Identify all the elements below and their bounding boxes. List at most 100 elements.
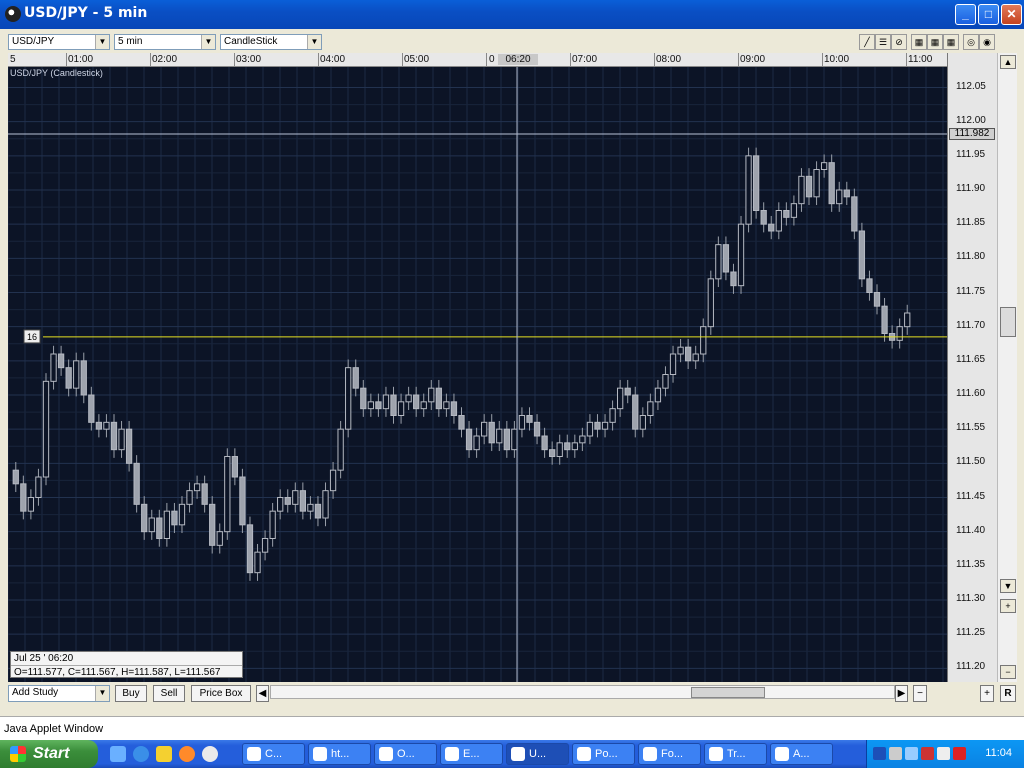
minimize-button[interactable]: _: [955, 4, 976, 25]
buy-button[interactable]: Buy: [115, 685, 147, 702]
applet-status-bar: Java Applet Window: [0, 716, 1024, 740]
sell-button[interactable]: Sell: [153, 685, 185, 702]
scroll-up-button[interactable]: ▲: [1000, 55, 1016, 69]
candle-body: [209, 503, 216, 546]
price-tick-label: 111.35: [956, 558, 986, 570]
task-button[interactable]: ht...: [308, 743, 371, 765]
candle-body: [110, 421, 118, 451]
task-button[interactable]: E...: [440, 743, 503, 765]
candle-body: [397, 401, 405, 417]
zoom-in-icon[interactable]: ◎: [963, 34, 979, 50]
desktop-icon[interactable]: [110, 746, 126, 762]
tray-app-icon[interactable]: [937, 747, 950, 760]
candle-body: [284, 497, 291, 505]
candle-body: [564, 442, 571, 451]
window-title: USD/JPY - 5 min: [24, 5, 148, 21]
task-label: A...: [793, 748, 810, 760]
candle-body: [896, 326, 903, 341]
volume-icon[interactable]: [905, 747, 918, 760]
task-button-active[interactable]: U...: [506, 743, 569, 765]
hline-label: 16: [27, 332, 37, 342]
candle-body: [843, 189, 850, 198]
candle-body: [556, 442, 563, 458]
tray-app-icon[interactable]: [921, 747, 934, 760]
draw-line-icon[interactable]: ╱: [859, 34, 875, 50]
media-player-icon[interactable]: [202, 746, 218, 762]
scroll-down-button[interactable]: ▼: [1000, 579, 1016, 593]
task-button[interactable]: Po...: [572, 743, 635, 765]
chevron-down-icon[interactable]: ▼: [95, 35, 109, 49]
zoom-plus-button[interactable]: +: [1000, 599, 1016, 613]
candle-body: [858, 230, 866, 280]
time-tick-label: 07:00: [572, 54, 598, 65]
candle-body: [511, 428, 518, 451]
hzoom-minus-button[interactable]: −: [913, 685, 927, 702]
task-icon: [313, 747, 327, 761]
scroll-left-button[interactable]: ◀: [256, 685, 269, 702]
task-button[interactable]: O...: [374, 743, 437, 765]
grid-large-icon[interactable]: ▦: [943, 34, 959, 50]
candle-body: [420, 401, 427, 410]
hzoom-plus-button[interactable]: +: [980, 685, 994, 702]
app-quicklaunch-icon[interactable]: [156, 746, 172, 762]
maximize-button[interactable]: □: [978, 4, 999, 25]
task-button[interactable]: A...: [770, 743, 833, 765]
candle-body: [50, 353, 57, 382]
candle-body: [141, 503, 148, 533]
scroll-right-button[interactable]: ▶: [895, 685, 908, 702]
antivirus-icon[interactable]: [953, 747, 966, 760]
chevron-down-icon[interactable]: ▼: [307, 35, 321, 49]
chart-canvas[interactable]: 16: [8, 67, 947, 682]
chevron-down-icon[interactable]: ▼: [201, 35, 215, 49]
network-icon[interactable]: [873, 747, 886, 760]
chevron-down-icon[interactable]: ▼: [95, 686, 109, 701]
time-tick-label: 05:00: [404, 54, 430, 65]
symbol-select[interactable]: USD/JPY ▼: [8, 34, 110, 50]
hscroll-thumb[interactable]: [691, 687, 765, 698]
price-tick-label: 111.40: [956, 524, 986, 536]
zoom-minus-button[interactable]: −: [1000, 665, 1016, 679]
candle-body: [65, 367, 72, 389]
close-button[interactable]: ✕: [1001, 4, 1022, 25]
fib-tool-icon[interactable]: ⊘: [891, 34, 907, 50]
price-tick-label: 112.05: [956, 80, 986, 92]
grid-medium-icon[interactable]: ▦: [927, 34, 943, 50]
candle-body: [503, 428, 510, 451]
task-icon: [247, 747, 261, 761]
hline-tool-icon[interactable]: ☰: [875, 34, 891, 50]
price-box-button[interactable]: Price Box: [191, 685, 251, 702]
candle-body: [390, 394, 397, 416]
window-titlebar[interactable]: USD/JPY - 5 min _ □ ✕: [0, 0, 1024, 29]
candle-body: [329, 469, 337, 492]
vertical-scrollbar[interactable]: ▲ ▼ + −: [997, 53, 1017, 682]
interval-select[interactable]: 5 min ▼: [114, 34, 216, 50]
zoom-out-icon[interactable]: ◉: [979, 34, 995, 50]
candle-body: [715, 244, 722, 280]
candle-body: [828, 162, 835, 205]
ie-icon[interactable]: [133, 746, 149, 762]
start-button[interactable]: Start: [0, 740, 98, 768]
price-tick-label: 111.80: [956, 251, 986, 263]
candle-body: [57, 353, 65, 369]
r-button[interactable]: R: [1000, 685, 1016, 702]
chart-type-select-value: CandleStick: [224, 36, 278, 47]
scroll-thumb[interactable]: [1000, 307, 1016, 337]
task-button[interactable]: Tr...: [704, 743, 767, 765]
task-button[interactable]: Fo...: [638, 743, 701, 765]
firefox-icon[interactable]: [179, 746, 195, 762]
grid-small-icon[interactable]: ▦: [911, 34, 927, 50]
chart-type-select[interactable]: CandleStick ▼: [220, 34, 322, 50]
time-separator: [570, 53, 571, 66]
candle-body: [345, 367, 352, 430]
task-label: U...: [529, 748, 547, 760]
candle-body: [775, 210, 782, 232]
time-axis: 5 01:00 02:00 03:00 04:00 05:00 0 06:20 …: [8, 53, 947, 67]
task-button[interactable]: C...: [242, 743, 305, 765]
tray-app-icon[interactable]: [889, 747, 902, 760]
candle-body: [654, 387, 662, 403]
price-axis: 112.05 112.00 111.95 111.90 111.85 111.80 111.…: [947, 53, 997, 682]
horizontal-scrollbar[interactable]: [270, 685, 895, 699]
candlestick-chart[interactable]: 16 USD/JPY (Candlestick): [8, 67, 947, 682]
task-label: Fo...: [661, 748, 684, 760]
add-study-select[interactable]: Add Study ▼: [8, 685, 110, 702]
